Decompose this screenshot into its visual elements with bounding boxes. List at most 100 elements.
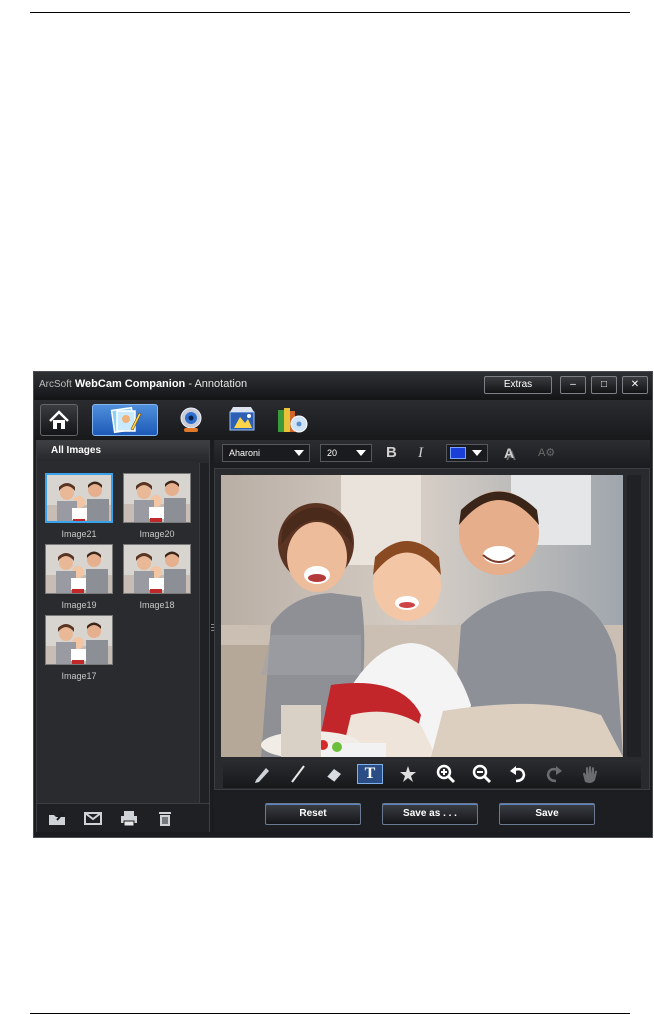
home-icon xyxy=(49,410,69,429)
redo-tool[interactable] xyxy=(543,764,565,784)
minimize-icon: – xyxy=(570,379,576,390)
annotation-canvas[interactable] xyxy=(221,475,623,757)
thumbnail-image17[interactable]: Image17 xyxy=(45,615,113,681)
close-icon: ✕ xyxy=(630,379,640,390)
family-photo-thumbnail xyxy=(47,475,111,521)
bold-button[interactable]: B xyxy=(386,444,397,462)
undo-icon xyxy=(510,766,526,783)
thumbnail-picture xyxy=(123,544,191,594)
close-button[interactable]: ✕ xyxy=(622,376,648,394)
thumbnail-scrollbar[interactable] xyxy=(199,463,209,803)
title-suffix: - Annotation xyxy=(188,378,248,390)
thumbnail-image18[interactable]: Image18 xyxy=(123,544,191,610)
print-icon xyxy=(121,811,137,827)
line-tool[interactable] xyxy=(287,764,309,784)
thumbnail-picture xyxy=(123,473,191,523)
eraser-icon xyxy=(326,769,341,783)
main-nav xyxy=(34,400,652,440)
text-shadow-icon: A xyxy=(504,445,515,461)
library-toolbar xyxy=(37,803,209,832)
zoom-in-icon xyxy=(436,764,456,784)
family-photo-thumbnail xyxy=(46,616,112,664)
pan-tool[interactable] xyxy=(579,764,601,784)
text-color-picker[interactable] xyxy=(446,444,488,462)
page-top-rule xyxy=(30,12,630,13)
minimize-button[interactable]: – xyxy=(560,376,586,394)
family-photo-thumbnail xyxy=(124,474,190,522)
font-value: Aharoni xyxy=(229,448,261,458)
thumbnail-caption: Image21 xyxy=(61,529,97,539)
line-icon xyxy=(291,765,305,783)
nav-video-button[interactable] xyxy=(220,404,264,436)
webcam-icon xyxy=(180,407,202,432)
text-format-toolbar: Aharoni 20 B I A A⚙ xyxy=(214,440,650,466)
nav-disc-button[interactable] xyxy=(270,404,314,436)
text-effect-button[interactable]: A xyxy=(504,444,514,462)
zoom-in-tool[interactable] xyxy=(435,764,457,784)
drawing-toolbar: T xyxy=(223,760,641,788)
title-brand: ArcSoft xyxy=(39,379,72,390)
title-bar: ArcSoft WebCam Companion - Annotation Ex… xyxy=(34,372,652,400)
email-icon xyxy=(84,812,102,825)
nav-annotate-button[interactable] xyxy=(92,404,158,436)
italic-button[interactable]: I xyxy=(418,444,423,462)
export-button[interactable] xyxy=(47,809,67,827)
nav-webcam-button[interactable] xyxy=(170,404,214,436)
trash-icon xyxy=(159,812,171,826)
thumbnail-caption: Image19 xyxy=(61,600,97,610)
chevron-down-icon xyxy=(294,450,304,456)
thumbnail-image19[interactable]: Image19 xyxy=(45,544,113,610)
export-icon xyxy=(49,812,65,825)
bold-icon: B xyxy=(386,444,397,461)
thumbnail-image21[interactable]: Image21 xyxy=(45,473,113,539)
photo-annotate-icon xyxy=(110,406,142,434)
window-title: ArcSoft WebCam Companion - Annotation xyxy=(39,378,247,390)
chevron-down-icon xyxy=(356,450,366,456)
pencil-tool[interactable] xyxy=(251,764,273,784)
maximize-icon: □ xyxy=(600,379,608,390)
title-app-name: WebCam Companion xyxy=(74,378,186,390)
extras-button[interactable]: Extras xyxy=(484,376,552,394)
page-bottom-rule xyxy=(30,1013,630,1014)
italic-icon: I xyxy=(418,445,423,461)
annotation-canvas-area: T xyxy=(214,468,650,790)
app-window: ArcSoft WebCam Companion - Annotation Ex… xyxy=(33,371,653,838)
color-swatch xyxy=(450,447,466,459)
thumbnail-picture xyxy=(45,473,113,523)
save-as-button[interactable]: Save as . . . xyxy=(382,803,478,825)
eraser-tool[interactable] xyxy=(323,764,345,784)
family-photo-thumbnail xyxy=(46,545,112,593)
text-icon: T xyxy=(364,765,376,782)
all-images-header: All Images xyxy=(37,441,209,461)
text-settings-icon: A⚙ xyxy=(538,447,556,459)
stamp-tool[interactable] xyxy=(397,764,419,784)
video-edit-icon xyxy=(229,407,255,431)
zoom-out-icon xyxy=(472,764,492,784)
canvas-scrollbar[interactable] xyxy=(627,475,641,757)
thumbnail-caption: Image20 xyxy=(139,529,175,539)
font-size-value: 20 xyxy=(327,448,338,458)
font-size-dropdown[interactable]: 20 xyxy=(320,444,372,462)
stamp-icon xyxy=(400,766,416,782)
save-button[interactable]: Save xyxy=(499,803,595,825)
family-photo xyxy=(221,475,623,757)
undo-tool[interactable] xyxy=(507,764,529,784)
hand-icon xyxy=(583,766,597,783)
reset-button[interactable]: Reset xyxy=(265,803,361,825)
thumbnail-picture xyxy=(45,544,113,594)
delete-button[interactable] xyxy=(155,809,175,827)
family-photo-thumbnail xyxy=(124,545,190,593)
thumbnail-picture xyxy=(45,615,113,665)
zoom-out-tool[interactable] xyxy=(471,764,493,784)
nav-home-button[interactable] xyxy=(40,404,78,436)
text-settings-button[interactable]: A⚙ xyxy=(538,444,555,462)
email-button[interactable] xyxy=(83,809,103,827)
font-dropdown[interactable]: Aharoni xyxy=(222,444,310,462)
print-button[interactable] xyxy=(119,809,139,827)
disc-burn-icon xyxy=(278,408,308,433)
maximize-button[interactable]: □ xyxy=(591,376,617,394)
image-library-panel: All Images Image21 Image20 Image19 Image… xyxy=(36,440,210,832)
thumbnail-caption: Image18 xyxy=(139,600,175,610)
text-tool[interactable]: T xyxy=(357,764,383,784)
thumbnail-image20[interactable]: Image20 xyxy=(123,473,191,539)
